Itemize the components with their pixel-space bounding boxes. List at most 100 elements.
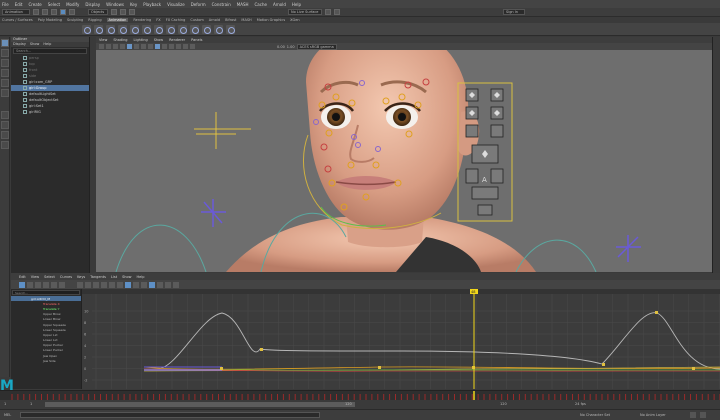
attribute-editor-collapsed[interactable] [712,37,720,277]
shelf-tab-animation[interactable]: Animation [106,18,129,22]
viewport-menu-renderer[interactable]: Renderer [169,38,185,42]
shelf-tab-arnold[interactable]: Arnold [209,18,220,22]
new-scene-icon[interactable] [33,9,39,15]
lasso-tool-icon[interactable] [1,49,9,57]
camera-icon[interactable] [99,44,104,49]
gamma-value[interactable]: 0.00 [277,45,285,49]
shelf-tab-motion-graphics[interactable]: Motion Graphics [257,18,285,22]
paint-select-icon[interactable] [1,59,9,67]
xray-icon[interactable] [190,44,195,49]
graph-menu-help[interactable]: Help [137,275,145,279]
shelf-tab-bifrost[interactable]: Bifrost [225,18,236,22]
viewport-menu-shading[interactable]: Shading [113,38,127,42]
graph-menu-select[interactable]: Select [44,275,55,279]
move-tool-icon[interactable] [1,69,9,77]
left-blue-cross-control[interactable] [201,199,226,227]
graph-menu-tangents[interactable]: Tangents [90,275,106,279]
menu-edit[interactable]: Edit [15,2,23,7]
auto-key-icon[interactable] [690,412,696,418]
set-key-rotate-icon[interactable] [106,24,115,34]
menu-playback[interactable]: Playback [143,2,161,7]
move-key-icon[interactable] [19,281,25,288]
mode-selector[interactable]: Animation [2,9,30,15]
save-scene-icon[interactable] [51,9,57,15]
menu-file[interactable]: File [2,2,9,7]
gain-value[interactable]: 1.00 [287,45,295,49]
dope-sheet-icon[interactable] [142,24,151,34]
layout-two-icon[interactable] [1,131,9,139]
shelf-tab-rigging[interactable]: Rigging [88,18,101,22]
shelf-tab-fx-caching[interactable]: FX Caching [166,18,186,22]
viewport-menu-view[interactable]: View [99,38,107,42]
rotate-tool-icon[interactable] [1,79,9,87]
menu-create[interactable]: Create [28,2,41,7]
graph-menu-edit[interactable]: Edit [19,275,26,279]
normalize-icon[interactable] [149,281,155,288]
menu-constrain[interactable]: Constrain [212,2,231,7]
yellow-cross-control[interactable] [194,112,251,149]
redo-icon[interactable] [69,9,75,15]
shelf-tab-mash[interactable]: MASH [241,18,251,22]
selected-key-segment[interactable] [144,369,222,371]
smooth-shade-icon[interactable] [155,44,160,49]
shelf-tab-rendering[interactable]: Rendering [133,18,151,22]
shadows-icon[interactable] [176,44,181,49]
film-gate-icon[interactable] [134,44,139,49]
outliner-search-input[interactable]: Search... [13,48,87,54]
snap-point-icon[interactable] [129,9,135,15]
insert-key-icon[interactable] [27,281,33,288]
shelf-tab-fx[interactable]: FX [156,18,160,22]
viewport-menu-show[interactable]: Show [154,38,163,42]
lattice-deform-icon[interactable] [35,281,41,288]
flat-tangent-icon[interactable] [109,281,115,288]
playback-start-field[interactable]: 1 [30,402,32,406]
shelf-tab-curves-surfaces[interactable]: Curves / Surfaces [2,18,33,22]
graph-menu-list[interactable]: List [111,275,117,279]
range-start-field[interactable]: 1 [4,402,6,406]
graph-editor-search-input[interactable]: Search... [12,290,80,295]
outliner-menu-help[interactable]: Help [43,42,51,47]
shelf-tab-custom[interactable]: Custom [190,18,203,22]
curve-upper-brow[interactable] [144,312,720,370]
layout-single-icon[interactable] [1,111,9,119]
center-current-icon[interactable] [59,281,65,288]
menu-select[interactable]: Select [48,2,60,7]
wireframe-icon[interactable] [148,44,153,49]
menu-deform[interactable]: Deform [191,2,206,7]
color-space-field[interactable]: ACES sRGB gamma [296,43,337,50]
shelf-tab-sculpting[interactable]: Sculpting [67,18,83,22]
outliner-menu-show[interactable]: Show [30,42,39,47]
graph-editor-canvas[interactable]: 10 8 6 4 2 0 -2 48 [82,289,720,389]
stacked-view-icon[interactable] [157,281,163,288]
outliner-item[interactable]: girlRIG [11,109,89,115]
bookmark-icon[interactable] [113,44,118,49]
preferences-icon[interactable] [700,412,706,418]
layout-outliner-icon[interactable] [1,141,9,149]
isolate-select-icon[interactable] [183,44,188,49]
auto-tangent-icon[interactable] [77,281,83,288]
clamped-tangent-icon[interactable] [93,281,99,288]
constraint-icon[interactable] [202,24,211,34]
range-end-field[interactable]: 120 [500,402,507,406]
layout-four-icon[interactable] [1,121,9,129]
menu-modify[interactable]: Modify [66,2,79,7]
graph-channel-item[interactable]: Jaw Side [11,358,81,363]
undo-icon[interactable] [60,9,66,15]
selection-mask-field[interactable]: Objects [88,9,108,15]
motion-trail-icon[interactable] [166,24,175,34]
fps-field[interactable]: 24 fps [575,402,586,406]
menu-help[interactable]: Help [292,2,301,7]
resolution-gate-icon[interactable] [141,44,146,49]
linear-tangent-icon[interactable] [101,281,107,288]
range-slider[interactable]: 1 1 120 120 24 fps [0,400,720,409]
grid-icon[interactable] [127,44,132,49]
shelf-tab-poly-modeling[interactable]: Poly Modeling [38,18,62,22]
graph-menu-show[interactable]: Show [122,275,131,279]
render-icon[interactable] [325,9,331,15]
graph-menu-curves[interactable]: Curves [60,275,72,279]
right-blue-cross-control[interactable] [616,235,641,262]
frame-ruler[interactable] [82,289,720,294]
shelf-tab-xgen[interactable]: XGen [290,18,299,22]
curve-keys[interactable] [220,311,695,370]
joint-tool-icon[interactable] [226,24,235,34]
